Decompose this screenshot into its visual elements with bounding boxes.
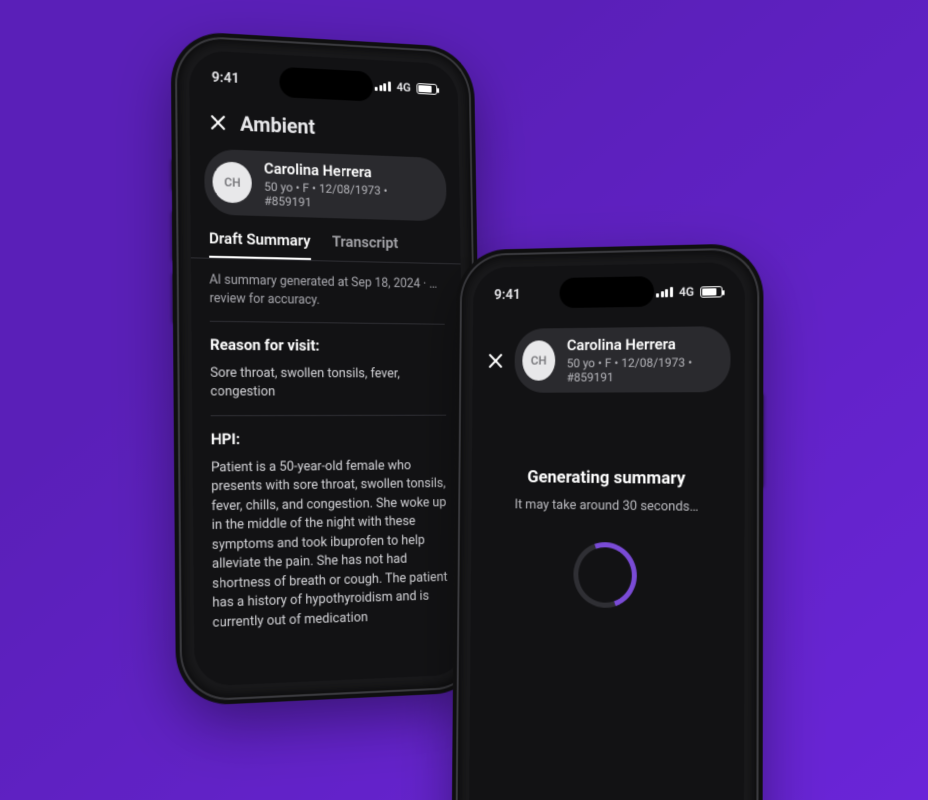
section-body-reason: Sore throat, swollen tonsils, fever, con… [210,364,446,402]
tab-draft-summary[interactable]: Draft Summary [209,229,311,260]
status-network: 4G [396,80,410,95]
screen-left: 9:41 4G Ambient CH [189,50,467,687]
page-title: Ambient [240,111,315,139]
side-button-silence [172,160,176,191]
patient-name: Carolina Herrera [567,334,716,354]
ai-note-info: AI summary generated at Sep 18, 2024 · …… [209,271,444,311]
patient-name: Carolina Herrera [264,159,433,183]
close-icon[interactable] [208,112,228,133]
divider [210,320,445,324]
status-network: 4G [679,285,694,300]
patient-meta: 50 yo • F • 12/08/1973 • #859191 [567,355,717,384]
phone-left: 9:41 4G Ambient CH [177,37,479,700]
loading-subtitle: It may take around 30 seconds… [515,497,699,515]
dynamic-island [559,276,654,308]
section-heading-reason: Reason for visit: [210,334,445,358]
avatar: CH [212,161,252,203]
app-header: CH Carolina Herrera 50 yo • F • 12/08/19… [472,322,745,403]
loading-panel: Generating summary It may take around 30… [471,467,745,612]
patient-meta: 50 yo • F • 12/08/1973 • #859191 [264,179,433,213]
loading-title: Generating summary [527,467,685,489]
avatar: CH [522,340,555,380]
battery-icon [700,286,722,298]
screen-right: 9:41 4G CH [468,262,745,800]
app-ambient-loading: CH Carolina Herrera 50 yo • F • 12/08/19… [468,262,745,800]
app-ambient-summary: Ambient CH Carolina Herrera 50 yo • F • … [189,50,467,687]
tab-transcript[interactable]: Transcript [332,232,399,262]
battery-icon [416,83,437,95]
side-button-power [759,394,763,488]
section-body-hpi: Patient is a 50-year-old female who pres… [211,457,449,633]
section-heading-hpi: HPI: [211,427,447,450]
side-button-volume-up [172,211,177,261]
phone-right: 9:41 4G CH [457,249,757,800]
divider [211,414,447,416]
tabs: Draft Summary Transcript [191,226,461,263]
stage: 9:41 4G Ambient CH [0,0,928,800]
patient-card[interactable]: CH Carolina Herrera 50 yo • F • 12/08/19… [514,326,730,393]
close-icon[interactable] [486,351,505,371]
status-time: 9:41 [494,287,521,303]
signal-icon [375,81,391,92]
dynamic-island [279,67,373,102]
patient-card[interactable]: CH Carolina Herrera 50 yo • F • 12/08/19… [204,149,447,222]
status-time: 9:41 [212,69,240,87]
signal-icon [656,287,673,297]
spinner-icon [563,531,647,619]
side-button-volume-down [173,273,178,323]
